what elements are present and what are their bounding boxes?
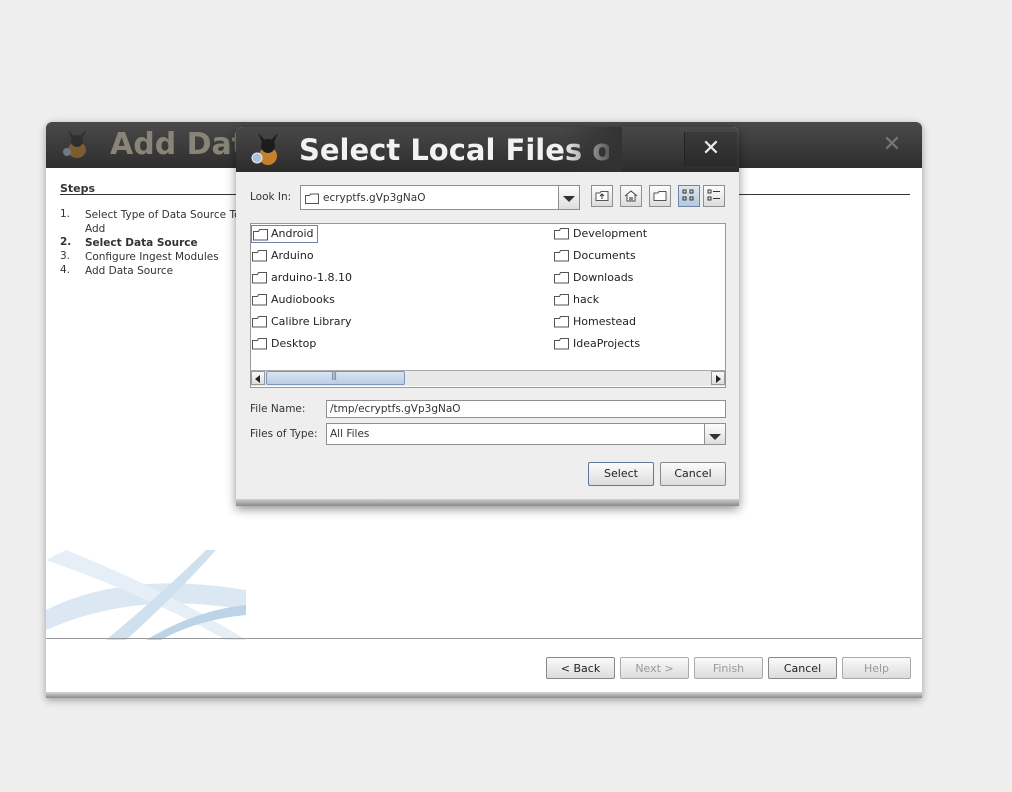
folder-icon bbox=[252, 294, 267, 306]
scroll-left-icon[interactable] bbox=[251, 371, 265, 385]
step-number: 2. bbox=[60, 236, 72, 248]
files-of-type-combobox[interactable]: All Files bbox=[326, 423, 726, 445]
step-label: Select Data Source bbox=[85, 237, 198, 249]
finish-button[interactable]: Finish bbox=[694, 657, 763, 679]
autopsy-logo-icon bbox=[63, 130, 86, 158]
look-in-combobox[interactable]: ecryptfs.gVp3gNaO bbox=[300, 185, 580, 210]
list-item[interactable]: IdeaProjects bbox=[553, 335, 640, 353]
list-item[interactable]: Homestead bbox=[553, 313, 636, 331]
steps-panel: Steps 1. Select Type of Data Source To A… bbox=[46, 168, 246, 640]
files-of-type-value: All Files bbox=[330, 428, 370, 440]
file-name: Audiobooks bbox=[271, 293, 335, 306]
file-name: IdeaProjects bbox=[573, 337, 641, 350]
scrollbar-thumb[interactable] bbox=[266, 371, 405, 385]
up-folder-icon bbox=[595, 191, 609, 201]
wizard-close-button[interactable]: ✕ bbox=[872, 128, 912, 162]
folder-icon bbox=[252, 250, 267, 262]
folder-icon bbox=[252, 272, 267, 284]
dialog-titlebar[interactable]: Select Local Files or ✕ bbox=[236, 127, 739, 172]
list-item[interactable]: Desktop bbox=[251, 335, 316, 353]
folder-icon bbox=[305, 193, 319, 204]
select-local-files-dialog: Select Local Files or ✕ Look In: ecryptf… bbox=[236, 127, 739, 506]
horizontal-scrollbar[interactable] bbox=[251, 370, 725, 386]
list-item[interactable]: Development bbox=[553, 225, 647, 243]
step-label: Add Data Source bbox=[85, 265, 174, 277]
file-name-field[interactable]: /tmp/ecryptfs.gVp3gNaO bbox=[326, 400, 726, 418]
file-list[interactable]: Android Arduino arduino-1.8.10 Audiobook… bbox=[250, 223, 726, 388]
step-number: 4. bbox=[60, 264, 71, 276]
list-item[interactable]: Audiobooks bbox=[251, 291, 335, 309]
list-item[interactable]: Calibre Library bbox=[251, 313, 352, 331]
wizard-bottom-edge bbox=[46, 692, 922, 698]
select-button[interactable]: Select bbox=[588, 462, 654, 486]
new-folder-icon bbox=[653, 191, 667, 201]
chevron-down-icon[interactable] bbox=[704, 424, 725, 444]
step-label: Select Type of Data Source To Add bbox=[85, 209, 241, 235]
chevron-down-icon[interactable] bbox=[558, 186, 579, 209]
wizard-title: Add Dat bbox=[110, 127, 247, 162]
look-in-value: ecryptfs.gVp3gNaO bbox=[323, 192, 426, 204]
file-name: Development bbox=[573, 227, 648, 240]
file-name: hack bbox=[573, 293, 600, 306]
title-fade bbox=[562, 127, 622, 172]
file-name: Arduino bbox=[271, 249, 314, 262]
file-name: Desktop bbox=[271, 337, 317, 350]
autopsy-logo-icon bbox=[251, 133, 278, 165]
wizard-cancel-button[interactable]: Cancel bbox=[768, 657, 837, 679]
details-view-button[interactable] bbox=[703, 185, 725, 207]
list-item[interactable]: Android bbox=[251, 225, 318, 243]
files-of-type-label: Files of Type: bbox=[250, 428, 318, 440]
folder-icon bbox=[554, 338, 569, 350]
file-name: arduino-1.8.10 bbox=[271, 271, 352, 284]
scroll-right-icon[interactable] bbox=[711, 371, 725, 385]
file-name: Android bbox=[271, 227, 314, 240]
folder-icon bbox=[253, 229, 268, 241]
step-number: 1. bbox=[60, 208, 71, 220]
dialog-bottom-edge bbox=[236, 499, 739, 506]
list-item[interactable]: Downloads bbox=[553, 269, 633, 287]
step-label: Configure Ingest Modules bbox=[85, 251, 219, 263]
wizard-bottom-separator bbox=[46, 638, 922, 639]
new-folder-button[interactable] bbox=[649, 185, 671, 207]
file-name: Calibre Library bbox=[271, 315, 352, 328]
file-name-label: File Name: bbox=[250, 403, 306, 415]
list-item[interactable]: hack bbox=[553, 291, 599, 309]
file-name: Homestead bbox=[573, 315, 637, 328]
folder-icon bbox=[252, 338, 267, 350]
help-button[interactable]: Help bbox=[842, 657, 911, 679]
dialog-close-button[interactable]: ✕ bbox=[684, 132, 737, 166]
home-button[interactable] bbox=[620, 185, 642, 207]
folder-icon bbox=[554, 316, 569, 328]
folder-icon bbox=[554, 228, 569, 240]
list-view-icon bbox=[682, 189, 694, 201]
look-in-label: Look In: bbox=[250, 191, 292, 203]
decorative-swoosh-graphic bbox=[46, 550, 246, 640]
list-item[interactable]: Arduino bbox=[251, 247, 314, 265]
file-name: Documents bbox=[573, 249, 636, 262]
step-number: 3. bbox=[60, 250, 71, 262]
list-view-button[interactable] bbox=[678, 185, 700, 207]
back-button[interactable]: < Back bbox=[546, 657, 615, 679]
home-icon bbox=[624, 190, 638, 202]
list-item[interactable]: Documents bbox=[553, 247, 636, 265]
next-button[interactable]: Next > bbox=[620, 657, 689, 679]
folder-icon bbox=[554, 272, 569, 284]
details-view-icon bbox=[707, 189, 720, 201]
folder-icon bbox=[252, 316, 267, 328]
dialog-cancel-button[interactable]: Cancel bbox=[660, 462, 726, 486]
folder-icon bbox=[554, 250, 569, 262]
list-item[interactable]: arduino-1.8.10 bbox=[251, 269, 352, 287]
folder-icon bbox=[554, 294, 569, 306]
up-folder-button[interactable] bbox=[591, 185, 613, 207]
file-name: Downloads bbox=[573, 271, 634, 284]
